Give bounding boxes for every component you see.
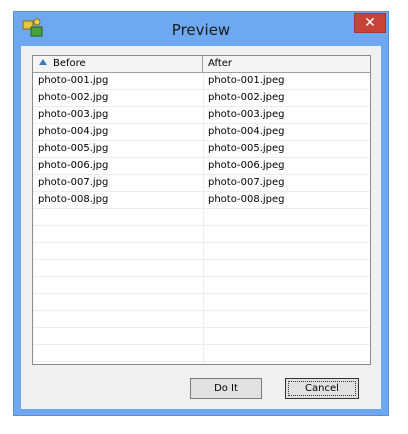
cancel-button[interactable]: Cancel [285, 378, 359, 399]
before-filename: photo-003.jpg [38, 109, 109, 120]
after-filename: photo-008.jpeg [208, 194, 285, 205]
list-item[interactable]: photo-004.jpg photo-004.jpeg [33, 124, 370, 141]
preview-window: Preview ✕ Before After photo-001.jpg phot… [13, 11, 389, 416]
after-filename: photo-001.jpeg [208, 75, 285, 86]
sort-ascending-icon [39, 59, 47, 65]
dialog-body: Before After photo-001.jpg photo-001.jpeg… [21, 46, 381, 409]
before-filename: photo-008.jpg [38, 194, 109, 205]
list-rows: photo-001.jpg photo-001.jpeg photo-002.jp… [33, 73, 370, 362]
list-header: Before After [33, 56, 370, 73]
after-filename: photo-002.jpeg [208, 92, 285, 103]
empty-row [33, 209, 370, 226]
empty-row [33, 328, 370, 345]
list-item[interactable]: photo-003.jpg photo-003.jpeg [33, 107, 370, 124]
title-bar[interactable]: Preview ✕ [14, 12, 388, 46]
empty-row [33, 277, 370, 294]
cancel-button-label: Cancel [288, 381, 356, 396]
list-item[interactable]: photo-006.jpg photo-006.jpeg [33, 158, 370, 175]
after-filename: photo-007.jpeg [208, 177, 285, 188]
empty-row [33, 345, 370, 362]
column-header-after-label: After [208, 58, 233, 69]
list-item[interactable]: photo-002.jpg photo-002.jpeg [33, 90, 370, 107]
after-filename: photo-006.jpeg [208, 160, 285, 171]
after-filename: photo-005.jpeg [208, 143, 285, 154]
empty-row [33, 226, 370, 243]
list-item[interactable]: photo-008.jpg photo-008.jpeg [33, 192, 370, 209]
column-header-before[interactable]: Before [33, 56, 203, 72]
after-filename: photo-004.jpeg [208, 126, 285, 137]
after-filename: photo-003.jpeg [208, 109, 285, 120]
column-header-after[interactable]: After [203, 56, 370, 72]
empty-row [33, 243, 370, 260]
column-header-before-label: Before [53, 58, 86, 69]
before-filename: photo-004.jpg [38, 126, 109, 137]
list-item[interactable]: photo-005.jpg photo-005.jpeg [33, 141, 370, 158]
window-title: Preview [171, 21, 231, 39]
before-filename: photo-001.jpg [38, 75, 109, 86]
before-filename: photo-007.jpg [38, 177, 109, 188]
do-it-button[interactable]: Do It [190, 378, 262, 399]
rename-preview-list[interactable]: Before After photo-001.jpg photo-001.jpeg… [32, 55, 371, 365]
before-filename: photo-006.jpg [38, 160, 109, 171]
list-item[interactable]: photo-001.jpg photo-001.jpeg [33, 73, 370, 90]
empty-row [33, 294, 370, 311]
empty-row [33, 260, 370, 277]
before-filename: photo-005.jpg [38, 143, 109, 154]
list-item[interactable]: photo-007.jpg photo-007.jpeg [33, 175, 370, 192]
empty-row [33, 311, 370, 328]
close-button[interactable]: ✕ [354, 13, 386, 33]
before-filename: photo-002.jpg [38, 92, 109, 103]
